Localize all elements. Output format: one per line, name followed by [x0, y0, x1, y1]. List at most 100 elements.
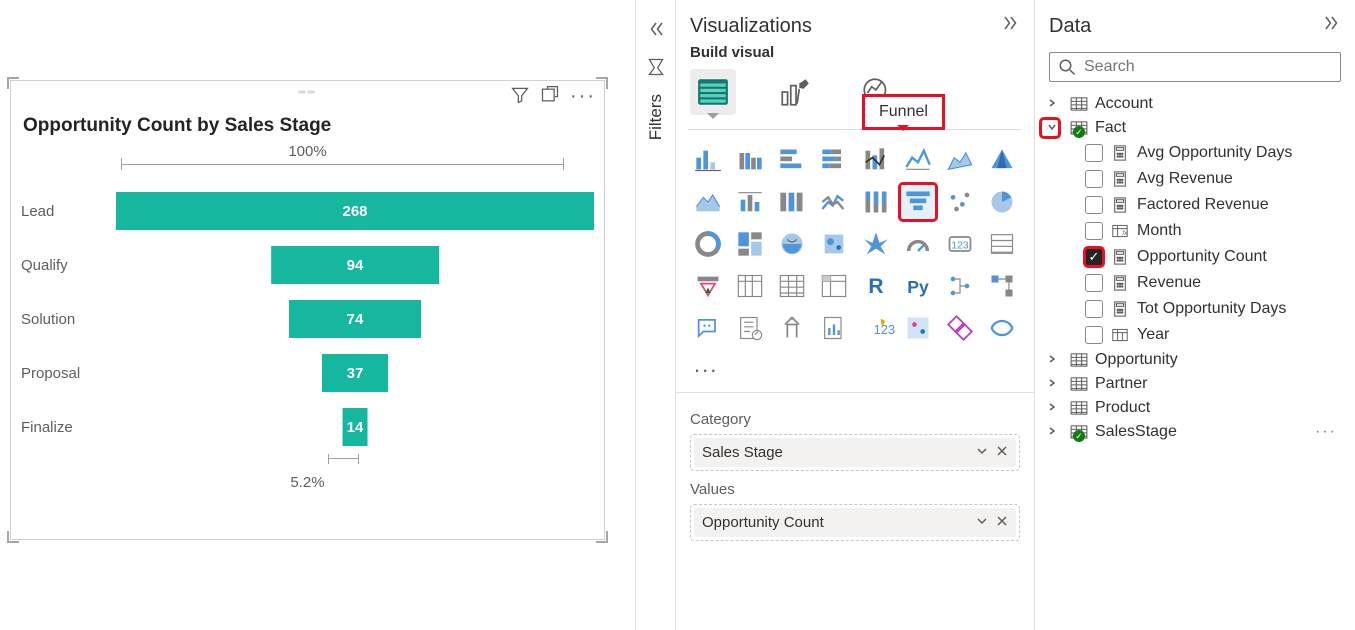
- caret-icon[interactable]: [1047, 425, 1063, 439]
- checkbox[interactable]: [1085, 300, 1103, 318]
- table-node[interactable]: Account: [1043, 92, 1347, 116]
- chevron-down-icon[interactable]: [976, 444, 988, 461]
- expand-pane-icon[interactable]: [647, 20, 665, 43]
- viz-chip[interactable]: [942, 268, 978, 304]
- table-node[interactable]: Partner: [1043, 372, 1347, 396]
- checkbox[interactable]: [1085, 196, 1103, 214]
- remove-field-icon[interactable]: [996, 444, 1008, 461]
- field-node[interactable]: Year: [1043, 322, 1347, 348]
- funnel-visual[interactable]: ══ ··· Opportunity Count by Sales Stage …: [10, 80, 605, 540]
- viz-chip[interactable]: [816, 142, 852, 178]
- viz-chip[interactable]: [816, 184, 852, 220]
- viz-chip[interactable]: Py: [900, 268, 936, 304]
- field-node[interactable]: Tot Opportunity Days: [1043, 296, 1347, 322]
- viz-chip[interactable]: ▲: [690, 268, 726, 304]
- viz-chip[interactable]: [732, 226, 768, 262]
- viz-chip[interactable]: [732, 142, 768, 178]
- viz-chip[interactable]: [858, 226, 894, 262]
- funnel-bar[interactable]: 74: [289, 300, 421, 338]
- viz-chip[interactable]: [984, 184, 1020, 220]
- viz-chip[interactable]: [732, 268, 768, 304]
- filter-icon[interactable]: [510, 85, 530, 108]
- viz-chip[interactable]: [774, 310, 810, 346]
- viz-chip[interactable]: [816, 310, 852, 346]
- filters-pane-collapsed[interactable]: Filters: [635, 0, 675, 630]
- funnel-row[interactable]: Lead 268: [21, 184, 594, 238]
- field-node[interactable]: fxMonth: [1043, 218, 1347, 244]
- viz-chip[interactable]: R: [858, 268, 894, 304]
- field-node[interactable]: Avg Revenue: [1043, 166, 1347, 192]
- table-node[interactable]: ✓Fact: [1043, 116, 1347, 140]
- more-options-icon[interactable]: ···: [570, 85, 596, 108]
- focus-mode-icon[interactable]: [540, 85, 560, 108]
- viz-chip[interactable]: [984, 310, 1020, 346]
- funnel-row[interactable]: Solution 74: [21, 292, 594, 346]
- tab-format-visual[interactable]: [772, 69, 818, 115]
- search-input[interactable]: [1049, 52, 1341, 82]
- collapse-pane-icon[interactable]: [1323, 14, 1341, 38]
- drag-handle-icon[interactable]: ══: [298, 87, 316, 98]
- checkbox[interactable]: [1085, 326, 1103, 344]
- table-node[interactable]: ✓SalesStage···: [1043, 420, 1347, 444]
- funnel-bar[interactable]: 94: [271, 246, 439, 284]
- viz-chip[interactable]: [774, 268, 810, 304]
- field-pill-values[interactable]: Opportunity Count: [694, 508, 1016, 537]
- well-values[interactable]: Opportunity Count: [690, 504, 1020, 541]
- viz-funnel[interactable]: [900, 184, 936, 220]
- viz-chip[interactable]: [774, 226, 810, 262]
- chevron-down-icon[interactable]: [976, 514, 988, 531]
- caret-icon[interactable]: [1047, 353, 1063, 367]
- field-node[interactable]: Factored Revenue: [1043, 192, 1347, 218]
- viz-chip[interactable]: [942, 184, 978, 220]
- tab-build-visual[interactable]: [690, 69, 736, 115]
- caret-icon[interactable]: [1047, 377, 1063, 391]
- field-node[interactable]: ✓Opportunity Count: [1043, 244, 1347, 270]
- viz-chip[interactable]: [858, 184, 894, 220]
- viz-chip[interactable]: [690, 226, 726, 262]
- funnel-bar[interactable]: 37: [322, 354, 388, 392]
- checkbox[interactable]: [1085, 170, 1103, 188]
- report-canvas[interactable]: ══ ··· Opportunity Count by Sales Stage …: [0, 0, 635, 630]
- funnel-row[interactable]: Qualify 94: [21, 238, 594, 292]
- viz-chip[interactable]: [858, 142, 894, 178]
- viz-chip[interactable]: [690, 142, 726, 178]
- table-node[interactable]: Product: [1043, 396, 1347, 420]
- field-pill-category[interactable]: Sales Stage: [694, 438, 1016, 467]
- viz-chip[interactable]: [774, 184, 810, 220]
- caret-icon[interactable]: [1047, 401, 1063, 415]
- funnel-row[interactable]: Finalize 14: [21, 400, 594, 454]
- viz-chip[interactable]: [984, 226, 1020, 262]
- viz-chip[interactable]: [732, 310, 768, 346]
- viz-chip[interactable]: [816, 226, 852, 262]
- viz-chip[interactable]: [690, 310, 726, 346]
- viz-chip[interactable]: [774, 142, 810, 178]
- more-visuals-button[interactable]: ...: [676, 346, 1034, 384]
- more-options-icon[interactable]: ···: [1315, 423, 1343, 441]
- viz-chip[interactable]: [942, 310, 978, 346]
- viz-chip[interactable]: [900, 142, 936, 178]
- checkbox[interactable]: [1085, 274, 1103, 292]
- remove-field-icon[interactable]: [996, 514, 1008, 531]
- table-node[interactable]: Opportunity: [1043, 348, 1347, 372]
- viz-chip[interactable]: [732, 184, 768, 220]
- viz-chip[interactable]: [690, 184, 726, 220]
- viz-chip[interactable]: [942, 142, 978, 178]
- funnel-bar[interactable]: 14: [343, 408, 368, 446]
- checkbox[interactable]: [1085, 144, 1103, 162]
- viz-chip[interactable]: [900, 310, 936, 346]
- viz-chip[interactable]: 123: [858, 310, 894, 346]
- field-node[interactable]: Revenue: [1043, 270, 1347, 296]
- viz-chip[interactable]: [984, 142, 1020, 178]
- viz-chip[interactable]: [984, 268, 1020, 304]
- checkbox[interactable]: ✓: [1085, 248, 1103, 266]
- checkbox[interactable]: [1085, 222, 1103, 240]
- viz-chip[interactable]: [900, 226, 936, 262]
- caret-icon[interactable]: [1047, 97, 1063, 111]
- search-field[interactable]: [1084, 58, 1332, 76]
- viz-chip[interactable]: 123: [942, 226, 978, 262]
- funnel-bar[interactable]: 268: [116, 192, 594, 230]
- funnel-row[interactable]: Proposal 37: [21, 346, 594, 400]
- collapse-pane-icon[interactable]: [1002, 14, 1020, 38]
- well-category[interactable]: Sales Stage: [690, 434, 1020, 471]
- field-node[interactable]: Avg Opportunity Days: [1043, 140, 1347, 166]
